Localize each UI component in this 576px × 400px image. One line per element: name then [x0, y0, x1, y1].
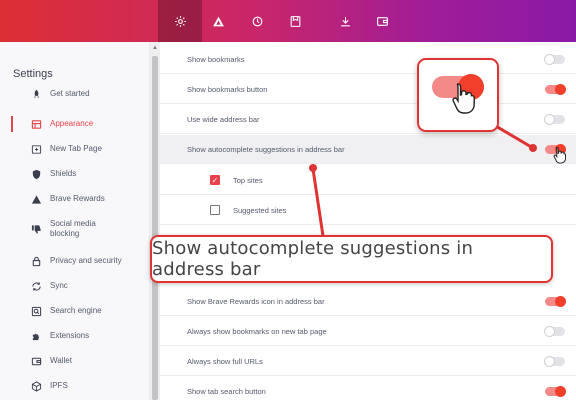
zoomed-toggle-highlight [417, 58, 499, 132]
zoom-connector-line [493, 123, 534, 150]
zoom-connector-dot [529, 144, 537, 152]
small-hand-cursor-icon [553, 146, 566, 164]
callout-text: Show autocomplete suggestions in address… [152, 238, 474, 280]
callout-connector-dot [309, 164, 317, 172]
callout-connector-line [311, 168, 325, 237]
autocomplete-callout: Show autocomplete suggestions in address… [150, 235, 553, 283]
hand-cursor-icon [452, 83, 475, 114]
